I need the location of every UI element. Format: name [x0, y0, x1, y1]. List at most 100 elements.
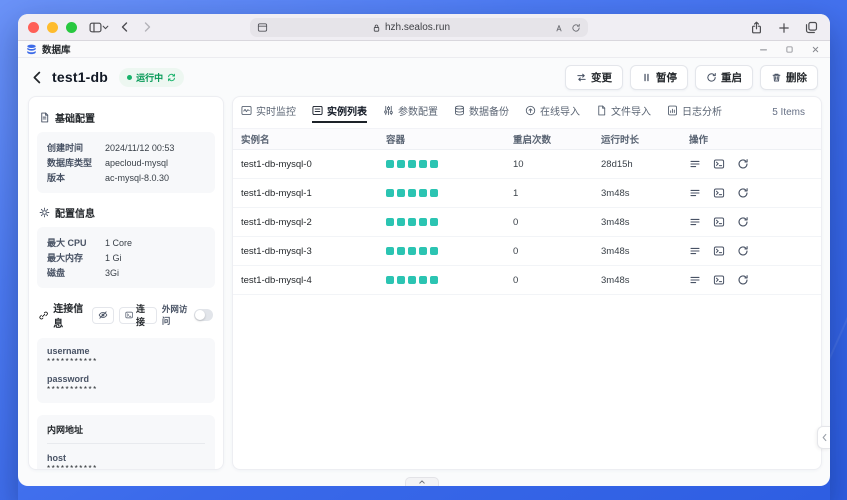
backup-db-icon [454, 105, 465, 116]
restart-icon[interactable] [737, 245, 749, 257]
table-row[interactable]: test1-db-mysql-0 10 28d15h [233, 150, 821, 179]
container-status-square [397, 247, 405, 255]
tab-parameter-config[interactable]: 参数配置 [383, 101, 438, 123]
container-status [386, 247, 513, 255]
terminal-icon[interactable] [713, 158, 725, 170]
container-status-square [408, 276, 416, 284]
restart-icon [706, 72, 717, 83]
back-icon[interactable] [119, 21, 131, 33]
share-icon[interactable] [750, 21, 763, 34]
app-minimize-icon[interactable] [759, 45, 768, 54]
page-preview-icon[interactable] [257, 22, 268, 33]
change-button[interactable]: 变更 [565, 65, 623, 90]
pause-icon [641, 72, 652, 83]
container-status-square [430, 276, 438, 284]
container-status-square [397, 189, 405, 197]
container-status [386, 189, 513, 197]
back-button[interactable] [30, 70, 45, 85]
sealos-desktop: 数据库 test1-db [18, 41, 830, 500]
table-row[interactable]: test1-db-mysql-4 0 3m48s [233, 266, 821, 295]
traffic-lights [28, 22, 77, 33]
lock-icon [372, 23, 381, 33]
restart-icon[interactable] [737, 274, 749, 286]
delete-button[interactable]: 删除 [760, 65, 818, 90]
tab-log-analysis[interactable]: 日志分析 [667, 101, 722, 123]
close-window-button[interactable] [28, 22, 39, 33]
sync-icon[interactable] [167, 73, 176, 82]
bottom-collapse-handle[interactable] [405, 477, 439, 486]
terminal-icon[interactable] [713, 216, 725, 228]
config-info-card: 最大 CPU1 Core 最大内存1 Gi 磁盘3Gi [37, 227, 215, 288]
info-row: 数据库类型apecloud-mysql [47, 155, 205, 170]
terminal-icon[interactable] [713, 187, 725, 199]
gear-icon [39, 207, 50, 218]
restart-button[interactable]: 重启 [695, 65, 753, 90]
new-tab-icon[interactable] [778, 22, 790, 34]
terminal-icon[interactable] [713, 274, 725, 286]
status-dot-icon [127, 75, 132, 80]
credential-field: password *********** [47, 374, 205, 395]
info-row: 磁盘3Gi [47, 265, 205, 280]
external-access-toggle[interactable] [194, 309, 213, 321]
container-status-square [419, 189, 427, 197]
intranet-field: host *********** [47, 453, 205, 470]
reload-icon[interactable] [571, 23, 581, 33]
online-import-icon [525, 105, 536, 116]
database-app-icon [26, 44, 37, 55]
container-status-square [408, 218, 416, 226]
table-row[interactable]: test1-db-mysql-1 1 3m48s [233, 179, 821, 208]
container-status-square [419, 160, 427, 168]
restart-icon[interactable] [737, 158, 749, 170]
connect-button[interactable]: 连接 [119, 307, 157, 324]
address-bar[interactable]: hzh.sealos.run [250, 18, 588, 37]
tab-data-backup[interactable]: 数据备份 [454, 101, 509, 123]
log-icon[interactable] [689, 158, 701, 170]
pause-button[interactable]: 暂停 [630, 65, 688, 90]
forward-icon[interactable] [141, 21, 153, 33]
masked-value[interactable]: *********** [47, 357, 205, 367]
container-status-square [386, 218, 394, 226]
restart-icon[interactable] [737, 216, 749, 228]
change-icon [576, 72, 587, 83]
tab-realtime-monitor[interactable]: 实时监控 [241, 101, 296, 123]
info-row: 最大内存1 Gi [47, 250, 205, 265]
zoom-window-button[interactable] [66, 22, 77, 33]
tab-online-import[interactable]: 在线导入 [525, 101, 580, 123]
external-access-label: 外网访问 [162, 303, 190, 327]
right-drawer-handle[interactable] [817, 426, 830, 449]
items-count: 5 Items [772, 107, 805, 118]
chevron-up-icon [418, 479, 426, 485]
masked-value[interactable]: *********** [47, 464, 205, 470]
terminal-icon [125, 310, 133, 320]
app-close-icon[interactable] [811, 45, 820, 54]
browser-toolbar: hzh.sealos.run [18, 14, 830, 41]
translate-icon[interactable] [554, 23, 564, 33]
show-password-button[interactable] [92, 307, 114, 324]
app-maximize-icon[interactable] [785, 45, 794, 54]
intranet-title: 内网地址 [47, 423, 205, 436]
file-import-icon [596, 105, 607, 116]
restart-icon[interactable] [737, 187, 749, 199]
container-status-square [408, 160, 416, 168]
credentials-card: username *********** password **********… [37, 338, 215, 403]
log-icon[interactable] [689, 245, 701, 257]
masked-value[interactable]: *********** [47, 385, 205, 395]
sidebar-toggle-icon[interactable] [89, 21, 109, 34]
container-status [386, 276, 513, 284]
container-status-square [408, 189, 416, 197]
db-detail-header: test1-db 运行中 变更 [18, 58, 830, 96]
tab-file-import[interactable]: 文件导入 [596, 101, 651, 123]
log-icon[interactable] [689, 187, 701, 199]
log-icon[interactable] [689, 274, 701, 286]
minimize-window-button[interactable] [47, 22, 58, 33]
table-row[interactable]: test1-db-mysql-3 0 3m48s [233, 237, 821, 266]
terminal-icon[interactable] [713, 245, 725, 257]
container-status [386, 160, 513, 168]
log-icon[interactable] [689, 216, 701, 228]
tab-overview-icon[interactable] [805, 21, 818, 34]
tab-instance-list[interactable]: 实例列表 [312, 101, 367, 123]
table-row[interactable]: test1-db-mysql-2 0 3m48s [233, 208, 821, 237]
info-row: 创建时间2024/11/12 00:53 [47, 140, 205, 155]
credential-field: username *********** [47, 346, 205, 367]
app-titlebar: 数据库 [18, 41, 830, 58]
